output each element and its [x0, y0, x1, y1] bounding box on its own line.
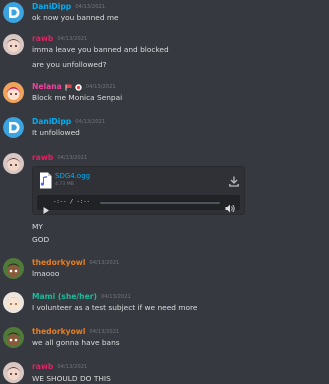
avatar[interactable] [3, 117, 24, 138]
message-text: lmaooo [32, 269, 60, 278]
message-header: thedorkyowl 04/13/2021 [32, 258, 119, 268]
author-name[interactable]: rawb [32, 153, 53, 163]
owl-avatar-icon [3, 258, 24, 279]
message-header: Mami (she/her) 04/13/2021 [32, 292, 131, 302]
message-timestamp: 04/13/2021 [89, 329, 120, 335]
author-name[interactable]: rawb [32, 34, 53, 44]
discord-logo-icon [3, 117, 24, 138]
author-name[interactable]: rawb [32, 362, 53, 372]
author-name[interactable]: DaniDipp [32, 2, 71, 12]
avatar[interactable] [3, 82, 24, 103]
message-header: thedorkyowl 04/13/2021 [32, 327, 119, 337]
message-header: Nelana 04/13/2021 [32, 82, 116, 92]
author-name[interactable]: DaniDipp [32, 117, 71, 127]
anime-avatar-icon [3, 362, 24, 383]
message-timestamp: 04/13/2021 [57, 155, 88, 161]
message-text: WE SHOULD DO THIS [32, 374, 111, 383]
attachment-file-size: 4.73 MB [55, 182, 74, 187]
message-timestamp: 04/13/2021 [85, 84, 116, 90]
play-icon[interactable] [43, 199, 49, 218]
message-timestamp: 04/13/2021 [57, 364, 88, 370]
message-text: are you unfollowed? [32, 60, 107, 69]
audio-time-display: -:-- / -:-- [53, 199, 91, 205]
anime-avatar-icon [3, 153, 24, 174]
message-header: DaniDipp 04/13/2021 [32, 2, 105, 12]
audio-attachment: SDG4.ogg 4.73 MB -:-- / -:-- [32, 166, 245, 215]
download-icon[interactable] [229, 172, 239, 187]
audio-file-icon [39, 172, 52, 193]
avatar[interactable] [3, 34, 24, 55]
flag-icon [65, 84, 72, 91]
audio-player: -:-- / -:-- [37, 195, 240, 214]
message-header: rawb 04/13/2021 [32, 362, 87, 372]
audio-progress-bar[interactable] [100, 201, 220, 204]
avatar[interactable] [3, 327, 24, 348]
volume-icon[interactable] [225, 198, 235, 217]
attachment-file-name[interactable]: SDG4.ogg [55, 172, 90, 181]
avatar[interactable] [3, 362, 24, 383]
clock-badge-icon [75, 83, 82, 91]
message-header: DaniDipp 04/13/2021 [32, 117, 105, 127]
message-text: we all gonna have bans [32, 338, 120, 347]
anime-avatar-icon [3, 82, 24, 103]
message-text: It unfollowed [32, 128, 80, 137]
message-header: rawb 04/13/2021 [32, 34, 87, 44]
avatar[interactable] [3, 258, 24, 279]
message-timestamp: 04/13/2021 [57, 36, 88, 42]
owl-avatar-icon [3, 327, 24, 348]
message-text: I volunteer as a test subject if we need… [32, 303, 198, 312]
message-timestamp: 04/13/2021 [100, 294, 131, 300]
anime-avatar-icon [3, 292, 24, 313]
avatar[interactable] [3, 292, 24, 313]
message-text: ok now you banned me [32, 13, 119, 22]
message-text: GOD [32, 235, 50, 244]
author-name[interactable]: thedorkyowl [32, 258, 85, 268]
author-name[interactable]: Mami (she/her) [32, 292, 97, 302]
message-text: MY [32, 222, 43, 231]
message-text: Block me Monica Senpai [32, 93, 123, 102]
chat-message-list: DaniDipp 04/13/2021 ok now you banned me… [0, 0, 329, 384]
avatar[interactable] [3, 2, 24, 23]
author-name[interactable]: Nelana [32, 82, 62, 92]
message-timestamp: 04/13/2021 [89, 260, 120, 266]
discord-logo-icon [3, 2, 24, 23]
message-header: rawb 04/13/2021 [32, 153, 87, 163]
message-text: imma leave you banned and blocked [32, 45, 169, 54]
message-timestamp: 04/13/2021 [75, 119, 106, 125]
author-name[interactable]: thedorkyowl [32, 327, 85, 337]
message-timestamp: 04/13/2021 [75, 4, 106, 10]
anime-avatar-icon [3, 34, 24, 55]
avatar[interactable] [3, 153, 24, 174]
